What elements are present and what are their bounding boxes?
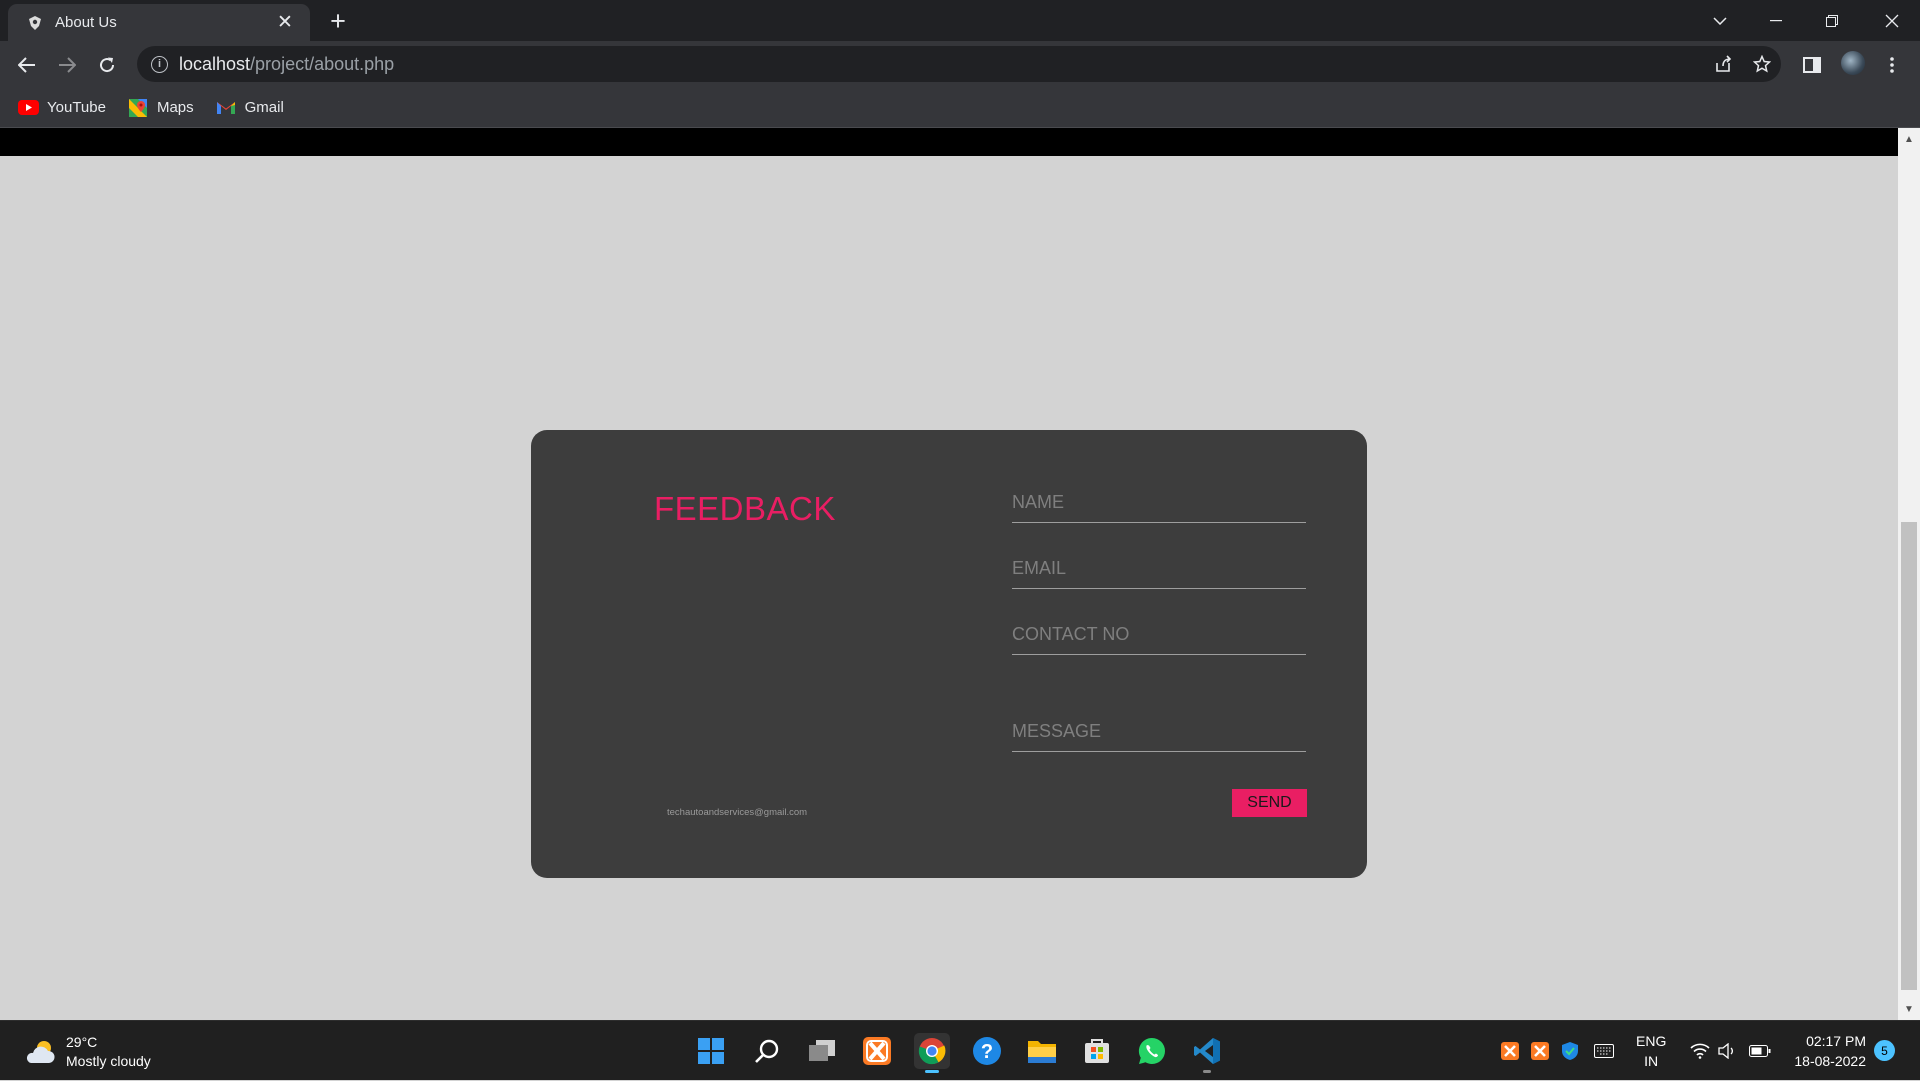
email-input[interactable] bbox=[1012, 548, 1306, 588]
search-icon[interactable] bbox=[749, 1033, 785, 1069]
microsoft-store-icon[interactable] bbox=[1079, 1033, 1115, 1069]
battery-icon[interactable] bbox=[1748, 1039, 1772, 1063]
forward-icon[interactable] bbox=[52, 50, 82, 80]
name-field bbox=[1012, 482, 1306, 523]
maps-icon bbox=[128, 98, 149, 117]
feedback-card: FEEDBACK techautoandservices@gmail.com S… bbox=[531, 430, 1367, 878]
chrome-icon[interactable] bbox=[914, 1033, 950, 1073]
name-input[interactable] bbox=[1012, 482, 1306, 522]
task-view-icon[interactable] bbox=[804, 1033, 840, 1069]
email-field bbox=[1012, 548, 1306, 589]
start-button[interactable] bbox=[693, 1033, 729, 1069]
scroll-up-icon[interactable]: ▲ bbox=[1898, 130, 1920, 148]
contact-email: techautoandservices@gmail.com bbox=[667, 807, 808, 818]
bookmark-label: Maps bbox=[156, 99, 194, 116]
url-path: /project/about.php bbox=[250, 53, 395, 74]
language-indicator[interactable]: ENG IN bbox=[1636, 1021, 1666, 1081]
weather-widget[interactable]: 29°C Mostly cloudy bbox=[24, 1033, 151, 1071]
security-shield-icon[interactable] bbox=[1558, 1039, 1582, 1063]
gmail-icon bbox=[216, 99, 237, 116]
bookmark-star-icon[interactable] bbox=[1749, 51, 1775, 77]
scroll-thumb[interactable] bbox=[1901, 522, 1917, 990]
bookmark-label: YouTube bbox=[47, 99, 106, 116]
bookmark-youtube[interactable]: YouTube bbox=[18, 99, 106, 116]
feedback-title: FEEDBACK bbox=[654, 490, 836, 527]
help-icon[interactable]: ? bbox=[969, 1033, 1005, 1069]
send-button[interactable]: SEND bbox=[1232, 789, 1307, 817]
contact-input[interactable] bbox=[1012, 614, 1306, 654]
xampp-tray-icon-2[interactable] bbox=[1528, 1039, 1552, 1063]
weather-temperature: 29°C bbox=[66, 1034, 98, 1050]
profile-avatar[interactable] bbox=[1841, 51, 1865, 75]
youtube-icon bbox=[18, 99, 39, 116]
page-scrollbar[interactable]: ▲ ▼ bbox=[1898, 128, 1920, 1020]
new-tab-icon[interactable]: + bbox=[324, 8, 352, 36]
site-favicon-icon bbox=[26, 14, 43, 31]
xampp-icon[interactable] bbox=[859, 1033, 895, 1069]
windows-taskbar: 29°C Mostly cloudy ? ENG IN 02:17 PM 18-… bbox=[0, 1020, 1920, 1080]
reload-icon[interactable] bbox=[92, 50, 122, 80]
site-info-icon[interactable]: i bbox=[151, 55, 168, 73]
tab-title: About Us bbox=[55, 14, 117, 31]
message-input[interactable] bbox=[1012, 711, 1306, 751]
bookmarks-bar: YouTube Maps Gmail bbox=[0, 88, 1920, 128]
side-panel-icon[interactable] bbox=[1797, 50, 1827, 80]
volume-icon[interactable] bbox=[1716, 1039, 1740, 1063]
keyboard-icon[interactable] bbox=[1592, 1039, 1616, 1063]
file-explorer-icon[interactable] bbox=[1024, 1033, 1060, 1069]
url-host: localhost bbox=[179, 53, 251, 74]
weather-description: Mostly cloudy bbox=[66, 1053, 151, 1069]
system-clock[interactable]: 02:17 PM 18-08-2022 bbox=[1786, 1031, 1866, 1071]
svg-text:?: ? bbox=[981, 1041, 993, 1063]
close-window-icon[interactable] bbox=[1864, 0, 1920, 41]
minimize-icon[interactable] bbox=[1748, 0, 1804, 41]
clock-time: 02:17 PM bbox=[1806, 1033, 1866, 1049]
browser-tabstrip: About Us ✕ + bbox=[0, 0, 1920, 41]
xampp-tray-icon[interactable] bbox=[1498, 1039, 1522, 1063]
wifi-icon[interactable] bbox=[1688, 1039, 1712, 1063]
tab-search-icon[interactable] bbox=[1692, 0, 1748, 41]
tab-about-us[interactable]: About Us ✕ bbox=[8, 4, 310, 41]
tab-close-icon[interactable]: ✕ bbox=[274, 12, 296, 34]
notification-badge[interactable]: 5 bbox=[1874, 1040, 1895, 1061]
message-field bbox=[1012, 711, 1306, 752]
region-code: IN bbox=[1644, 1053, 1659, 1069]
address-bar[interactable]: i localhost/project/about.php bbox=[137, 46, 1781, 82]
bookmark-maps[interactable]: Maps bbox=[128, 98, 194, 117]
restore-icon[interactable] bbox=[1804, 0, 1860, 41]
site-header-bar bbox=[0, 128, 1898, 156]
partly-cloudy-icon bbox=[24, 1039, 56, 1065]
clock-date: 18-08-2022 bbox=[1794, 1053, 1866, 1069]
language-code: ENG bbox=[1636, 1033, 1667, 1049]
share-icon[interactable] bbox=[1710, 51, 1736, 77]
browser-toolbar: i localhost/project/about.php bbox=[0, 41, 1920, 88]
bookmark-gmail[interactable]: Gmail bbox=[216, 99, 284, 116]
contact-field bbox=[1012, 614, 1306, 655]
bookmark-label: Gmail bbox=[244, 99, 284, 116]
back-icon[interactable] bbox=[12, 50, 42, 80]
vscode-icon[interactable] bbox=[1189, 1033, 1225, 1073]
scroll-down-icon[interactable]: ▼ bbox=[1898, 1000, 1920, 1018]
running-app-indicator bbox=[1203, 1070, 1211, 1073]
menu-kebab-icon[interactable] bbox=[1877, 50, 1907, 80]
page-viewport: FEEDBACK techautoandservices@gmail.com S… bbox=[0, 128, 1898, 1020]
active-app-indicator bbox=[925, 1070, 939, 1073]
whatsapp-icon[interactable] bbox=[1134, 1033, 1170, 1069]
